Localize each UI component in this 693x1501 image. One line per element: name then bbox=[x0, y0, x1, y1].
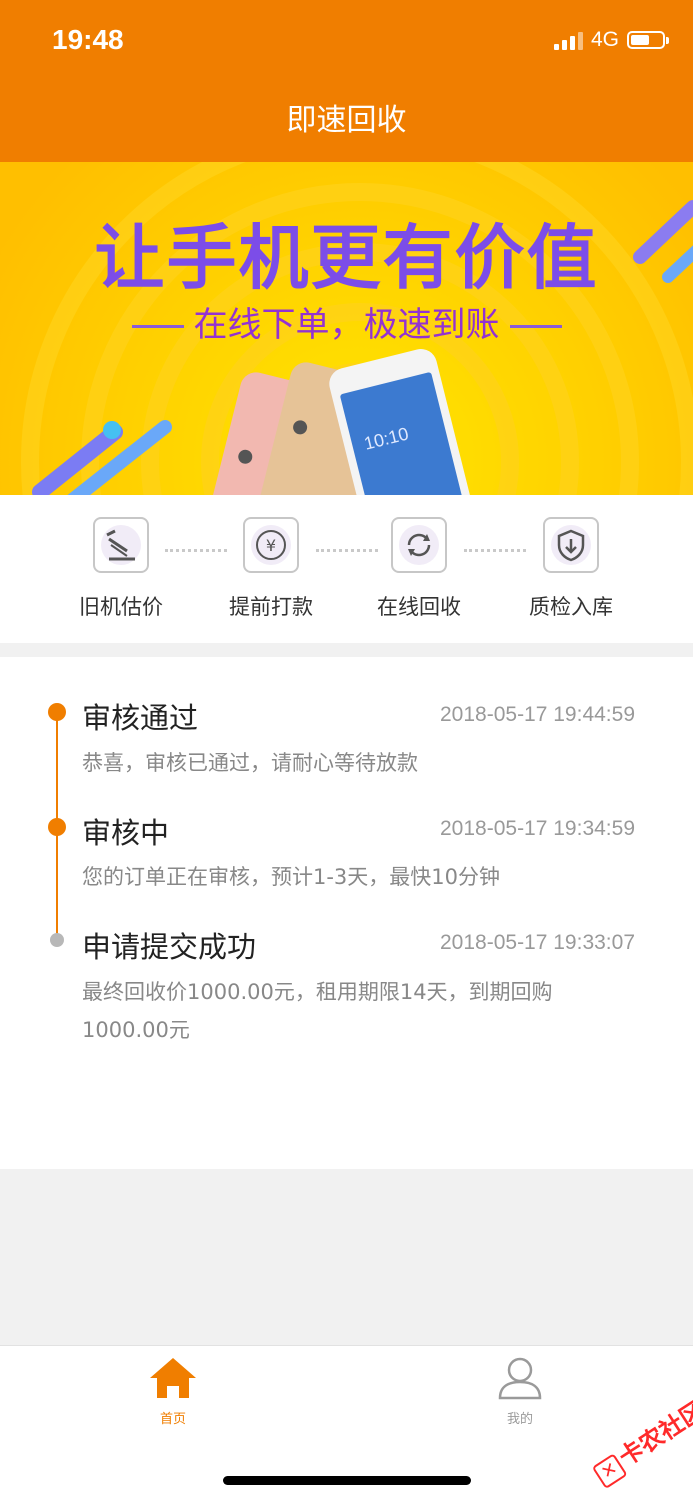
home-icon bbox=[150, 1358, 196, 1398]
timeline-desc: 恭喜，审核已通过，请耐心等待放款 bbox=[82, 751, 418, 775]
timeline-title: 申请提交成功 bbox=[82, 930, 257, 964]
divider-line bbox=[131, 325, 184, 328]
step-connector bbox=[464, 549, 526, 552]
timeline-title: 审核中 bbox=[82, 816, 170, 850]
tab-mine[interactable]: 我的 bbox=[460, 1356, 580, 1427]
banner-subtitle-text: 在线下单，极速到账 bbox=[193, 305, 500, 345]
status-bar: 19:48 4G bbox=[0, 0, 693, 80]
step-estimate: 旧机估价 bbox=[51, 517, 191, 621]
tab-label: 首页 bbox=[159, 1412, 186, 1427]
timeline-dot bbox=[48, 818, 66, 836]
step-label: 提前打款 bbox=[229, 595, 313, 619]
timeline-desc: 最终回收价1000.00元，租用期限14天，到期回购1000.00元 bbox=[82, 980, 553, 1042]
step-inspection: 质检入库 bbox=[501, 517, 641, 621]
svg-text:¥: ¥ bbox=[266, 536, 276, 555]
timeline-time: 2018-05-17 19:44:59 bbox=[440, 703, 635, 726]
order-timeline: 审核通过 2018-05-17 19:44:59 恭喜，审核已通过，请耐心等待放… bbox=[0, 657, 693, 1169]
nav-title: 即速回收 bbox=[0, 80, 693, 162]
process-steps: 旧机估价 ¥ 提前打款 在线回收 质检入库 bbox=[0, 495, 693, 643]
home-indicator[interactable] bbox=[223, 1476, 471, 1485]
timeline-title: 审核通过 bbox=[82, 701, 199, 735]
status-right: 4G bbox=[553, 28, 669, 52]
step-online-recycle: 在线回收 bbox=[349, 517, 489, 621]
signal-icon bbox=[553, 30, 583, 50]
gavel-icon bbox=[93, 517, 149, 573]
timeline-time: 2018-05-17 19:33:07 bbox=[440, 931, 635, 954]
shield-icon bbox=[543, 517, 599, 573]
timeline-dot bbox=[50, 933, 64, 947]
user-icon bbox=[498, 1357, 542, 1400]
yen-icon: ¥ bbox=[243, 517, 299, 573]
battery-icon bbox=[627, 31, 669, 49]
tab-label: 我的 bbox=[506, 1412, 533, 1427]
step-label: 质检入库 bbox=[529, 595, 613, 619]
timeline-time: 2018-05-17 19:34:59 bbox=[440, 817, 635, 840]
timeline-dot bbox=[48, 703, 66, 721]
step-connector bbox=[316, 549, 378, 552]
banner-title: 让手机更有价值 bbox=[94, 217, 599, 299]
tab-home[interactable]: 首页 bbox=[113, 1356, 233, 1427]
step-label: 在线回收 bbox=[377, 595, 461, 619]
banner-subtitle: 在线下单，极速到账 bbox=[0, 297, 693, 346]
promo-banner[interactable]: 10:10 让手机更有价值 在线下单，极速到账 bbox=[0, 162, 693, 495]
recycle-icon bbox=[391, 517, 447, 573]
step-label: 旧机估价 bbox=[79, 595, 163, 619]
timeline-desc: 您的订单正在审核，预计1-3天，最快10分钟 bbox=[82, 865, 501, 889]
network-type: 4G bbox=[590, 28, 619, 51]
step-connector bbox=[165, 549, 227, 552]
divider-line bbox=[509, 325, 562, 328]
status-time: 19:48 bbox=[52, 24, 124, 55]
step-prepay: ¥ 提前打款 bbox=[201, 517, 341, 621]
